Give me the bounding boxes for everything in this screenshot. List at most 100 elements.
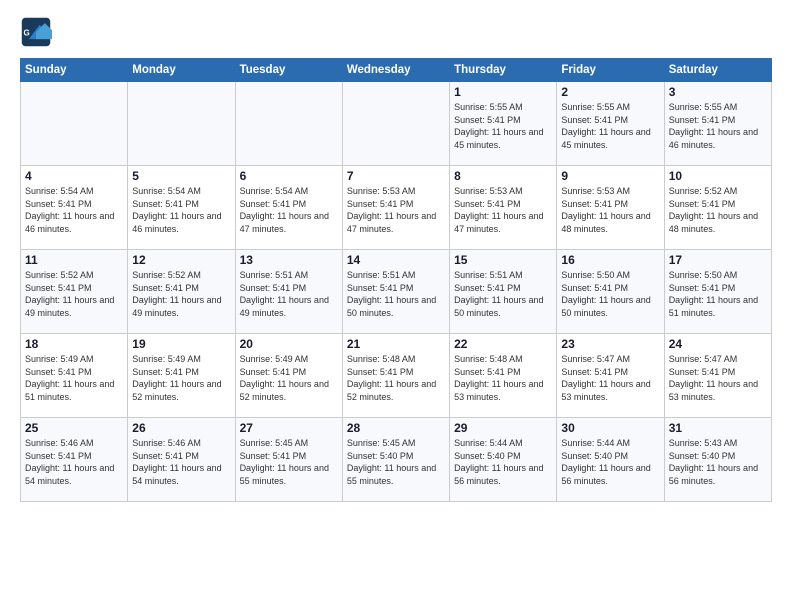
day-info: Sunrise: 5:54 AMSunset: 5:41 PMDaylight:…: [25, 185, 123, 235]
day-number: 28: [347, 421, 445, 435]
day-info: Sunrise: 5:46 AMSunset: 5:41 PMDaylight:…: [132, 437, 230, 487]
day-number: 24: [669, 337, 767, 351]
day-cell: [342, 82, 449, 166]
day-info: Sunrise: 5:49 AMSunset: 5:41 PMDaylight:…: [25, 353, 123, 403]
day-info: Sunrise: 5:49 AMSunset: 5:41 PMDaylight:…: [240, 353, 338, 403]
weekday-header-monday: Monday: [128, 59, 235, 82]
day-info: Sunrise: 5:53 AMSunset: 5:41 PMDaylight:…: [347, 185, 445, 235]
day-number: 30: [561, 421, 659, 435]
day-cell: 31 Sunrise: 5:43 AMSunset: 5:40 PMDayligh…: [664, 418, 771, 502]
calendar-table: SundayMondayTuesdayWednesdayThursdayFrid…: [20, 58, 772, 502]
day-info: Sunrise: 5:53 AMSunset: 5:41 PMDaylight:…: [454, 185, 552, 235]
day-info: Sunrise: 5:44 AMSunset: 5:40 PMDaylight:…: [561, 437, 659, 487]
day-cell: [128, 82, 235, 166]
day-info: Sunrise: 5:46 AMSunset: 5:41 PMDaylight:…: [25, 437, 123, 487]
week-row-3: 11 Sunrise: 5:52 AMSunset: 5:41 PMDayligh…: [21, 250, 772, 334]
day-cell: 19 Sunrise: 5:49 AMSunset: 5:41 PMDayligh…: [128, 334, 235, 418]
day-cell: 26Sunrise: 5:46 AMSunset: 5:41 PMDayligh…: [128, 418, 235, 502]
day-cell: 18 Sunrise: 5:49 AMSunset: 5:41 PMDayligh…: [21, 334, 128, 418]
day-info: Sunrise: 5:43 AMSunset: 5:40 PMDaylight:…: [669, 437, 767, 487]
day-cell: 21 Sunrise: 5:48 AMSunset: 5:41 PMDayligh…: [342, 334, 449, 418]
day-number: 5: [132, 169, 230, 183]
day-info: Sunrise: 5:55 AMSunset: 5:41 PMDaylight:…: [454, 101, 552, 151]
day-cell: 29 Sunrise: 5:44 AMSunset: 5:40 PMDayligh…: [450, 418, 557, 502]
day-info: Sunrise: 5:54 AMSunset: 5:41 PMDaylight:…: [132, 185, 230, 235]
day-cell: 12 Sunrise: 5:52 AMSunset: 5:41 PMDayligh…: [128, 250, 235, 334]
day-info: Sunrise: 5:53 AMSunset: 5:41 PMDaylight:…: [561, 185, 659, 235]
weekday-header-friday: Friday: [557, 59, 664, 82]
weekday-header-row: SundayMondayTuesdayWednesdayThursdayFrid…: [21, 59, 772, 82]
day-cell: 13 Sunrise: 5:51 AMSunset: 5:41 PMDayligh…: [235, 250, 342, 334]
weekday-header-saturday: Saturday: [664, 59, 771, 82]
day-info: Sunrise: 5:50 AMSunset: 5:41 PMDaylight:…: [669, 269, 767, 319]
day-cell: 25 Sunrise: 5:46 AMSunset: 5:41 PMDayligh…: [21, 418, 128, 502]
day-cell: 14 Sunrise: 5:51 AMSunset: 5:41 PMDayligh…: [342, 250, 449, 334]
day-number: 4: [25, 169, 123, 183]
day-number: 8: [454, 169, 552, 183]
day-info: Sunrise: 5:44 AMSunset: 5:40 PMDaylight:…: [454, 437, 552, 487]
weekday-header-wednesday: Wednesday: [342, 59, 449, 82]
week-row-5: 25 Sunrise: 5:46 AMSunset: 5:41 PMDayligh…: [21, 418, 772, 502]
day-number: 6: [240, 169, 338, 183]
day-cell: 30 Sunrise: 5:44 AMSunset: 5:40 PMDayligh…: [557, 418, 664, 502]
day-number: 9: [561, 169, 659, 183]
day-cell: 1Sunrise: 5:55 AMSunset: 5:41 PMDaylight…: [450, 82, 557, 166]
day-number: 15: [454, 253, 552, 267]
day-info: Sunrise: 5:47 AMSunset: 5:41 PMDaylight:…: [669, 353, 767, 403]
day-cell: 3 Sunrise: 5:55 AMSunset: 5:41 PMDaylight…: [664, 82, 771, 166]
day-number: 31: [669, 421, 767, 435]
logo: G: [20, 16, 56, 48]
weekday-header-tuesday: Tuesday: [235, 59, 342, 82]
day-number: 10: [669, 169, 767, 183]
day-info: Sunrise: 5:51 AMSunset: 5:41 PMDaylight:…: [240, 269, 338, 319]
day-number: 14: [347, 253, 445, 267]
day-cell: 5 Sunrise: 5:54 AMSunset: 5:41 PMDaylight…: [128, 166, 235, 250]
day-info: Sunrise: 5:52 AMSunset: 5:41 PMDaylight:…: [132, 269, 230, 319]
day-info: Sunrise: 5:48 AMSunset: 5:41 PMDaylight:…: [454, 353, 552, 403]
day-number: 27: [240, 421, 338, 435]
day-number: 20: [240, 337, 338, 351]
day-number: 19: [132, 337, 230, 351]
day-info: Sunrise: 5:54 AMSunset: 5:41 PMDaylight:…: [240, 185, 338, 235]
day-cell: 24 Sunrise: 5:47 AMSunset: 5:41 PMDayligh…: [664, 334, 771, 418]
day-cell: 10 Sunrise: 5:52 AMSunset: 5:41 PMDayligh…: [664, 166, 771, 250]
day-info: Sunrise: 5:51 AMSunset: 5:41 PMDaylight:…: [454, 269, 552, 319]
day-number: 23: [561, 337, 659, 351]
day-info: Sunrise: 5:45 AMSunset: 5:41 PMDaylight:…: [240, 437, 338, 487]
day-cell: 4 Sunrise: 5:54 AMSunset: 5:41 PMDaylight…: [21, 166, 128, 250]
day-cell: 22 Sunrise: 5:48 AMSunset: 5:41 PMDayligh…: [450, 334, 557, 418]
day-number: 12: [132, 253, 230, 267]
page: G SundayMondayTuesdayWednesdayThursdayFr…: [0, 0, 792, 612]
day-cell: [235, 82, 342, 166]
day-info: Sunrise: 5:55 AMSunset: 5:41 PMDaylight:…: [669, 101, 767, 151]
day-number: 22: [454, 337, 552, 351]
day-number: 29: [454, 421, 552, 435]
day-number: 16: [561, 253, 659, 267]
day-info: Sunrise: 5:45 AMSunset: 5:40 PMDaylight:…: [347, 437, 445, 487]
day-cell: 16Sunrise: 5:50 AMSunset: 5:41 PMDayligh…: [557, 250, 664, 334]
day-cell: 11Sunrise: 5:52 AMSunset: 5:41 PMDayligh…: [21, 250, 128, 334]
day-number: 21: [347, 337, 445, 351]
day-cell: [21, 82, 128, 166]
day-number: 18: [25, 337, 123, 351]
day-cell: 9 Sunrise: 5:53 AMSunset: 5:41 PMDaylight…: [557, 166, 664, 250]
weekday-header-sunday: Sunday: [21, 59, 128, 82]
week-row-2: 4 Sunrise: 5:54 AMSunset: 5:41 PMDaylight…: [21, 166, 772, 250]
day-cell: 7 Sunrise: 5:53 AMSunset: 5:41 PMDaylight…: [342, 166, 449, 250]
day-cell: 27 Sunrise: 5:45 AMSunset: 5:41 PMDayligh…: [235, 418, 342, 502]
day-info: Sunrise: 5:52 AMSunset: 5:41 PMDaylight:…: [669, 185, 767, 235]
day-number: 2: [561, 85, 659, 99]
day-info: Sunrise: 5:48 AMSunset: 5:41 PMDaylight:…: [347, 353, 445, 403]
day-number: 11: [25, 253, 123, 267]
day-number: 25: [25, 421, 123, 435]
day-number: 13: [240, 253, 338, 267]
day-number: 3: [669, 85, 767, 99]
day-info: Sunrise: 5:51 AMSunset: 5:41 PMDaylight:…: [347, 269, 445, 319]
day-info: Sunrise: 5:49 AMSunset: 5:41 PMDaylight:…: [132, 353, 230, 403]
day-number: 17: [669, 253, 767, 267]
weekday-header-thursday: Thursday: [450, 59, 557, 82]
day-info: Sunrise: 5:47 AMSunset: 5:41 PMDaylight:…: [561, 353, 659, 403]
day-number: 7: [347, 169, 445, 183]
day-cell: 20 Sunrise: 5:49 AMSunset: 5:41 PMDayligh…: [235, 334, 342, 418]
day-cell: 15 Sunrise: 5:51 AMSunset: 5:41 PMDayligh…: [450, 250, 557, 334]
